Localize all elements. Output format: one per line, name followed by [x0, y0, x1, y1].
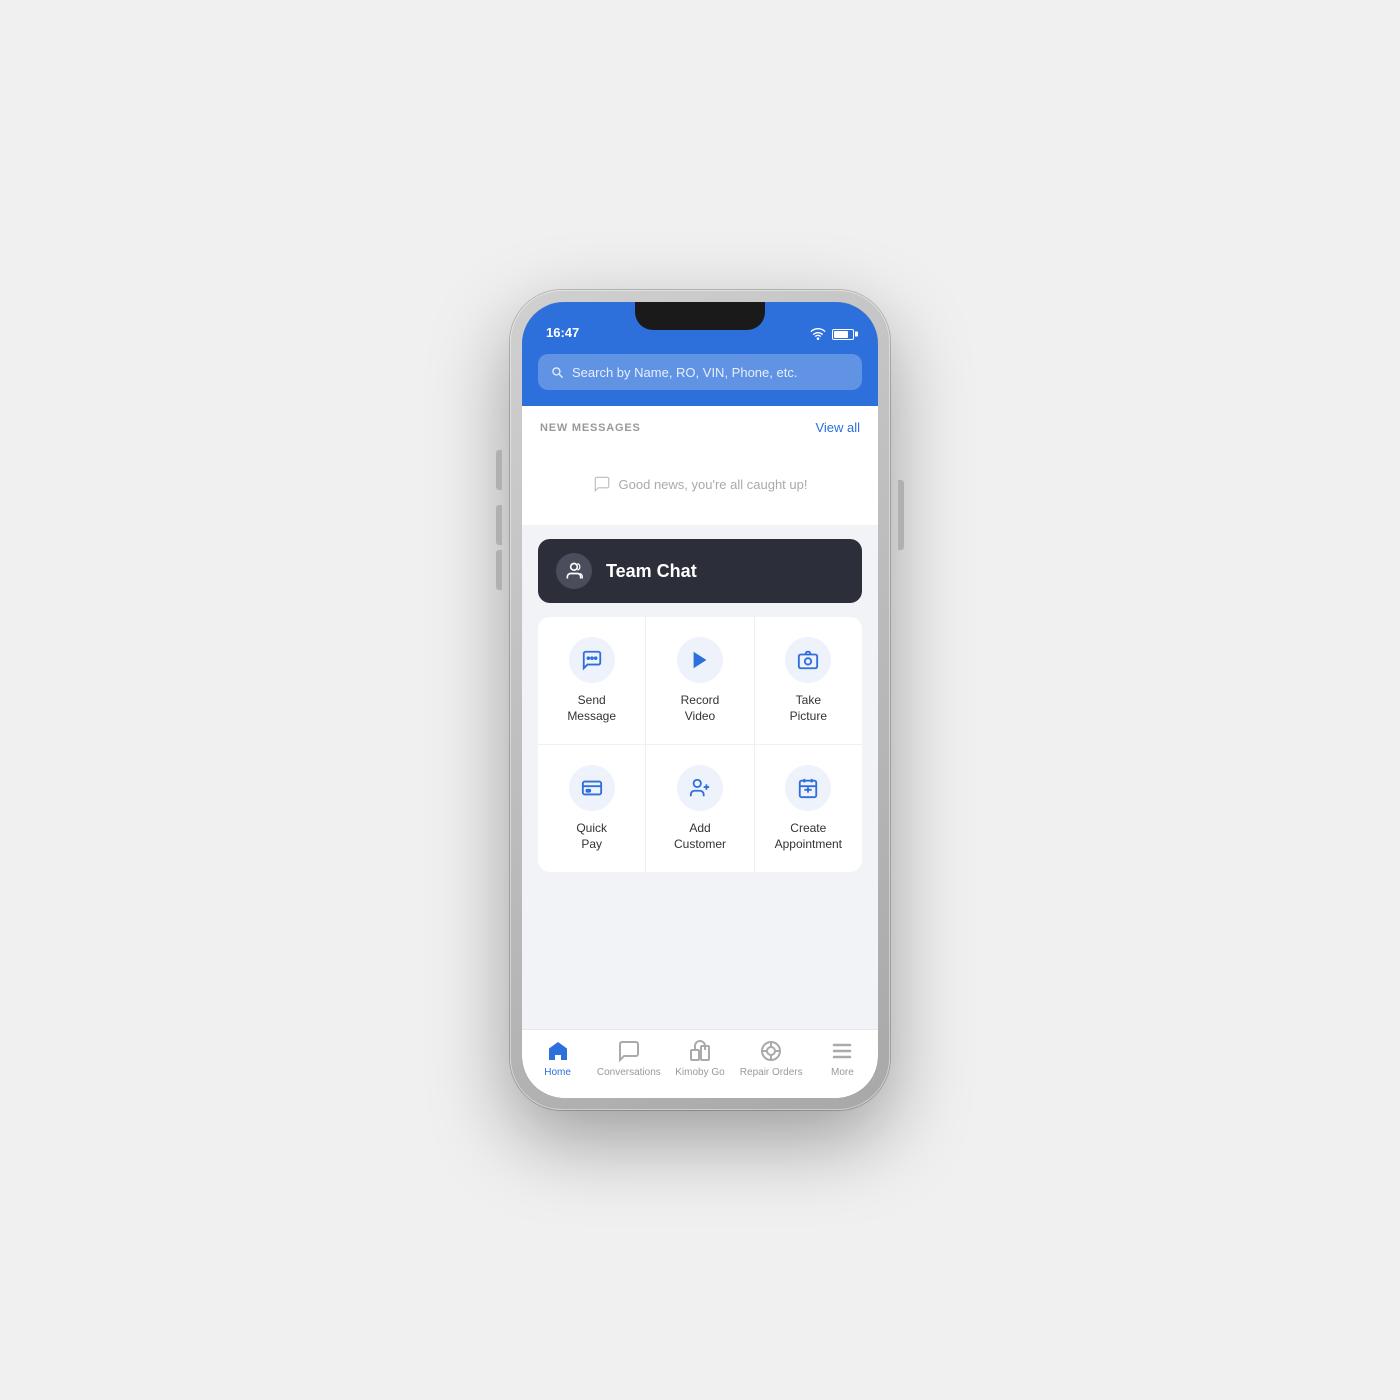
conversations-icon: [616, 1038, 642, 1064]
kimoby-go-icon: [687, 1038, 713, 1064]
add-customer-button[interactable]: AddCustomer: [646, 745, 754, 872]
wifi-icon: [810, 328, 826, 340]
nav-item-conversations[interactable]: Conversations: [593, 1038, 664, 1078]
quick-pay-button[interactable]: QuickPay: [538, 745, 646, 872]
add-customer-label: AddCustomer: [674, 821, 726, 852]
action-row-2: QuickPay: [538, 745, 862, 872]
bottom-spacer: [522, 872, 878, 902]
action-row-1: SendMessage RecordVideo: [538, 617, 862, 745]
take-picture-label: TakePicture: [790, 693, 827, 724]
caught-up-message: Good news, you're all caught up!: [540, 455, 860, 513]
main-content: NEW MESSAGES View all Good news, you're …: [522, 406, 878, 1029]
bottom-nav: Home Conversations: [522, 1029, 878, 1098]
new-messages-section: NEW MESSAGES View all Good news, you're …: [522, 406, 878, 525]
take-picture-icon-circle: [785, 637, 831, 683]
empty-message-text: Good news, you're all caught up!: [619, 477, 808, 492]
quick-pay-label: QuickPay: [576, 821, 607, 852]
nav-item-home[interactable]: Home: [522, 1038, 593, 1078]
quick-pay-icon: [581, 777, 603, 799]
status-icons: [810, 328, 854, 340]
add-customer-icon: [689, 777, 711, 799]
nav-label-repair-orders: Repair Orders: [740, 1067, 803, 1078]
search-bar[interactable]: Search by Name, RO, VIN, Phone, etc.: [538, 354, 862, 390]
send-message-label: SendMessage: [567, 693, 616, 724]
new-messages-header: NEW MESSAGES View all: [540, 420, 860, 435]
nav-item-more[interactable]: More: [807, 1038, 878, 1078]
phone-outer: 16:47: [510, 290, 890, 1110]
create-appointment-icon-circle: [785, 765, 831, 811]
nav-label-kimoby-go: Kimoby Go: [675, 1067, 724, 1078]
view-all-link[interactable]: View all: [815, 420, 860, 435]
new-messages-label: NEW MESSAGES: [540, 422, 641, 434]
notch: [635, 302, 765, 330]
chat-bubble-icon: [593, 475, 611, 493]
repair-orders-icon: [758, 1038, 784, 1064]
record-video-button[interactable]: RecordVideo: [646, 617, 754, 744]
status-bar: 16:47: [522, 302, 878, 346]
add-customer-icon-circle: [677, 765, 723, 811]
status-time: 16:47: [546, 325, 579, 340]
team-chat-person-icon: [564, 561, 584, 581]
screen: 16:47: [522, 302, 878, 1098]
phone-inner: 16:47: [522, 302, 878, 1098]
search-icon: [550, 365, 564, 379]
home-icon: [545, 1038, 571, 1064]
search-bar-container: Search by Name, RO, VIN, Phone, etc.: [522, 346, 878, 406]
team-chat-avatar: [556, 553, 592, 589]
nav-label-conversations: Conversations: [597, 1067, 661, 1078]
create-appointment-label: CreateAppointment: [775, 821, 842, 852]
take-picture-icon: [797, 649, 819, 671]
nav-label-home: Home: [544, 1067, 571, 1078]
create-appointment-icon: [797, 777, 819, 799]
record-video-icon: [689, 649, 711, 671]
record-video-label: RecordVideo: [681, 693, 720, 724]
send-message-button[interactable]: SendMessage: [538, 617, 646, 744]
team-chat-label: Team Chat: [606, 561, 697, 582]
action-grid: SendMessage RecordVideo: [538, 617, 862, 872]
quick-pay-icon-circle: [569, 765, 615, 811]
nav-item-repair-orders[interactable]: Repair Orders: [736, 1038, 807, 1078]
create-appointment-button[interactable]: CreateAppointment: [755, 745, 862, 872]
more-icon: [829, 1038, 855, 1064]
send-message-icon: [581, 649, 603, 671]
take-picture-button[interactable]: TakePicture: [755, 617, 862, 744]
battery-fill: [834, 331, 848, 338]
record-video-icon-circle: [677, 637, 723, 683]
send-message-icon-circle: [569, 637, 615, 683]
battery-icon: [832, 329, 854, 340]
nav-item-kimoby-go[interactable]: Kimoby Go: [664, 1038, 735, 1078]
search-input-placeholder: Search by Name, RO, VIN, Phone, etc.: [572, 365, 797, 380]
team-chat-button[interactable]: Team Chat: [538, 539, 862, 603]
phone-wrapper: 16:47: [490, 270, 910, 1130]
nav-label-more: More: [831, 1067, 854, 1078]
